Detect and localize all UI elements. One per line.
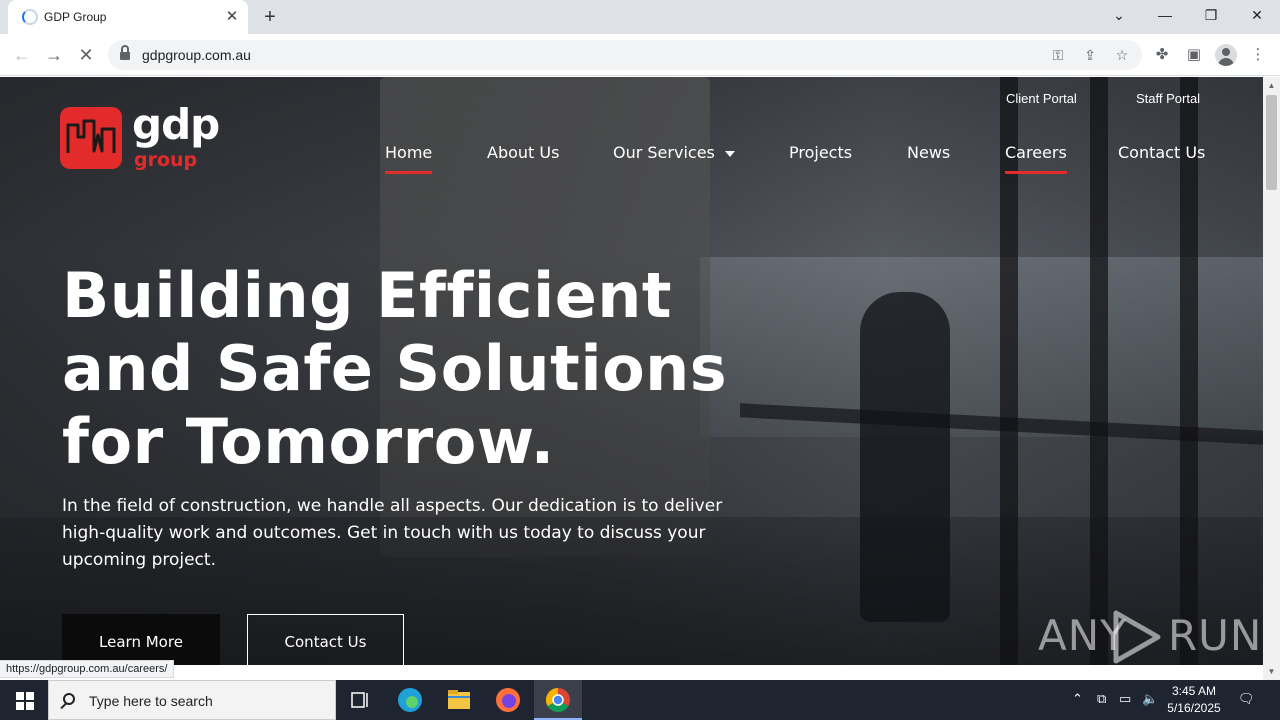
taskbar-clock[interactable]: 3:45 AM 5/16/2025 xyxy=(1162,683,1226,717)
hero-title: Building Efficient and Safe Solutions fo… xyxy=(62,259,822,478)
volume-icon[interactable]: 🔈 xyxy=(1142,691,1158,707)
share-icon[interactable]: ⇪ xyxy=(1080,45,1100,65)
hero-title-line: and Safe Solutions xyxy=(62,332,728,405)
watermark-play-icon xyxy=(1113,610,1161,664)
nav-projects[interactable]: Projects xyxy=(789,143,852,162)
learn-more-button[interactable]: Learn More xyxy=(62,614,220,665)
hero-copy-line: high-quality work and outcomes. Get in t… xyxy=(62,523,706,543)
status-bar-url: https://gdpgroup.com.au/careers/ xyxy=(0,660,175,678)
hero-copy-line: upcoming project. xyxy=(62,550,216,570)
search-icon xyxy=(63,693,75,705)
address-bar[interactable]: gdpgroup.com.au ⚿ ⇪ ☆ xyxy=(108,40,1142,70)
menu-kebab-icon[interactable]: ⋮ xyxy=(1246,43,1270,67)
taskbar-search[interactable]: Type here to search xyxy=(48,680,336,720)
scroll-thumb[interactable] xyxy=(1266,95,1277,190)
hero-copy-line: In the field of construction, we handle … xyxy=(62,496,723,516)
nav-about[interactable]: About Us xyxy=(487,143,559,162)
edge-icon[interactable] xyxy=(386,680,434,720)
browser-tab[interactable]: GDP Group ✕ xyxy=(8,0,248,34)
stop-loading-button[interactable]: ✕ xyxy=(73,42,99,68)
loading-spinner-icon xyxy=(22,9,38,25)
tab-search-chevron-icon[interactable]: ⌄ xyxy=(1096,0,1142,30)
chrome-icon[interactable] xyxy=(534,680,582,720)
dropdown-caret-icon xyxy=(724,150,735,157)
close-tab-icon[interactable]: ✕ xyxy=(222,7,242,27)
tray-device-icon[interactable]: ⧉ xyxy=(1097,691,1106,707)
scroll-down-arrow-icon[interactable]: ▼ xyxy=(1263,663,1280,680)
tab-title: GDP Group xyxy=(44,10,107,24)
nav-news[interactable]: News xyxy=(907,143,950,162)
tab-strip: GDP Group ✕ + ⌄ — ❐ ✕ xyxy=(0,0,1280,34)
profile-avatar-icon[interactable] xyxy=(1215,44,1237,66)
nav-services-label: Our Services xyxy=(613,143,715,162)
nav-careers[interactable]: Careers xyxy=(1005,143,1067,174)
logo-wordmark: gdp xyxy=(132,100,220,149)
extensions-icon[interactable]: ✤ xyxy=(1150,43,1174,67)
windows-taskbar: Type here to search ⌃ ⧉ ▭ 🔈 3:45 AM 5/16… xyxy=(0,680,1280,720)
nav-services[interactable]: Our Services xyxy=(613,143,735,162)
page-scrollbar[interactable]: ▲ ▼ xyxy=(1263,77,1280,680)
side-panel-icon[interactable]: ▣ xyxy=(1182,43,1206,67)
url-text[interactable]: gdpgroup.com.au xyxy=(142,47,251,63)
firefox-icon[interactable] xyxy=(484,680,532,720)
contact-us-button[interactable]: Contact Us xyxy=(247,614,404,665)
task-view-icon[interactable] xyxy=(336,680,384,720)
hero-title-line: Building Efficient xyxy=(62,259,673,332)
nav-home[interactable]: Home xyxy=(385,143,433,174)
close-window-button[interactable]: ✕ xyxy=(1234,0,1280,30)
minimize-button[interactable]: — xyxy=(1142,0,1188,30)
logo-mark-icon xyxy=(60,107,122,169)
start-button[interactable] xyxy=(0,680,48,720)
restore-button[interactable]: ❐ xyxy=(1188,0,1234,30)
browser-toolbar: ← → ✕ gdpgroup.com.au ⚿ ⇪ ☆ ✤ ▣ ⋮ xyxy=(0,34,1280,76)
nav-contact[interactable]: Contact Us xyxy=(1118,143,1205,162)
hero-title-line: for Tomorrow. xyxy=(62,405,555,478)
new-tab-button[interactable]: + xyxy=(258,6,282,28)
search-placeholder: Type here to search xyxy=(89,693,213,709)
tray-overflow-chevron-icon[interactable]: ⌃ xyxy=(1072,691,1083,707)
client-portal-link[interactable]: Client Portal xyxy=(1006,91,1077,106)
key-icon[interactable]: ⚿ xyxy=(1048,45,1068,65)
file-explorer-icon[interactable] xyxy=(435,680,483,720)
forward-button[interactable]: → xyxy=(41,42,67,68)
notifications-icon[interactable]: 🗨 xyxy=(1238,691,1255,707)
back-button[interactable]: ← xyxy=(9,42,35,68)
clock-date: 5/16/2025 xyxy=(1167,701,1221,715)
scroll-up-arrow-icon[interactable]: ▲ xyxy=(1263,77,1280,94)
staff-portal-link[interactable]: Staff Portal xyxy=(1136,91,1200,106)
watermark-text-right: RUN xyxy=(1168,611,1263,660)
lock-icon[interactable] xyxy=(120,45,130,60)
clock-time: 3:45 AM xyxy=(1171,684,1217,698)
network-icon[interactable]: ▭ xyxy=(1119,691,1131,707)
logo-subword: group xyxy=(134,149,198,171)
hero-description: In the field of construction, we handle … xyxy=(62,493,782,574)
page-viewport: gdp group Client Portal Staff Portal Hom… xyxy=(0,77,1263,665)
bookmark-star-icon[interactable]: ☆ xyxy=(1112,45,1132,65)
